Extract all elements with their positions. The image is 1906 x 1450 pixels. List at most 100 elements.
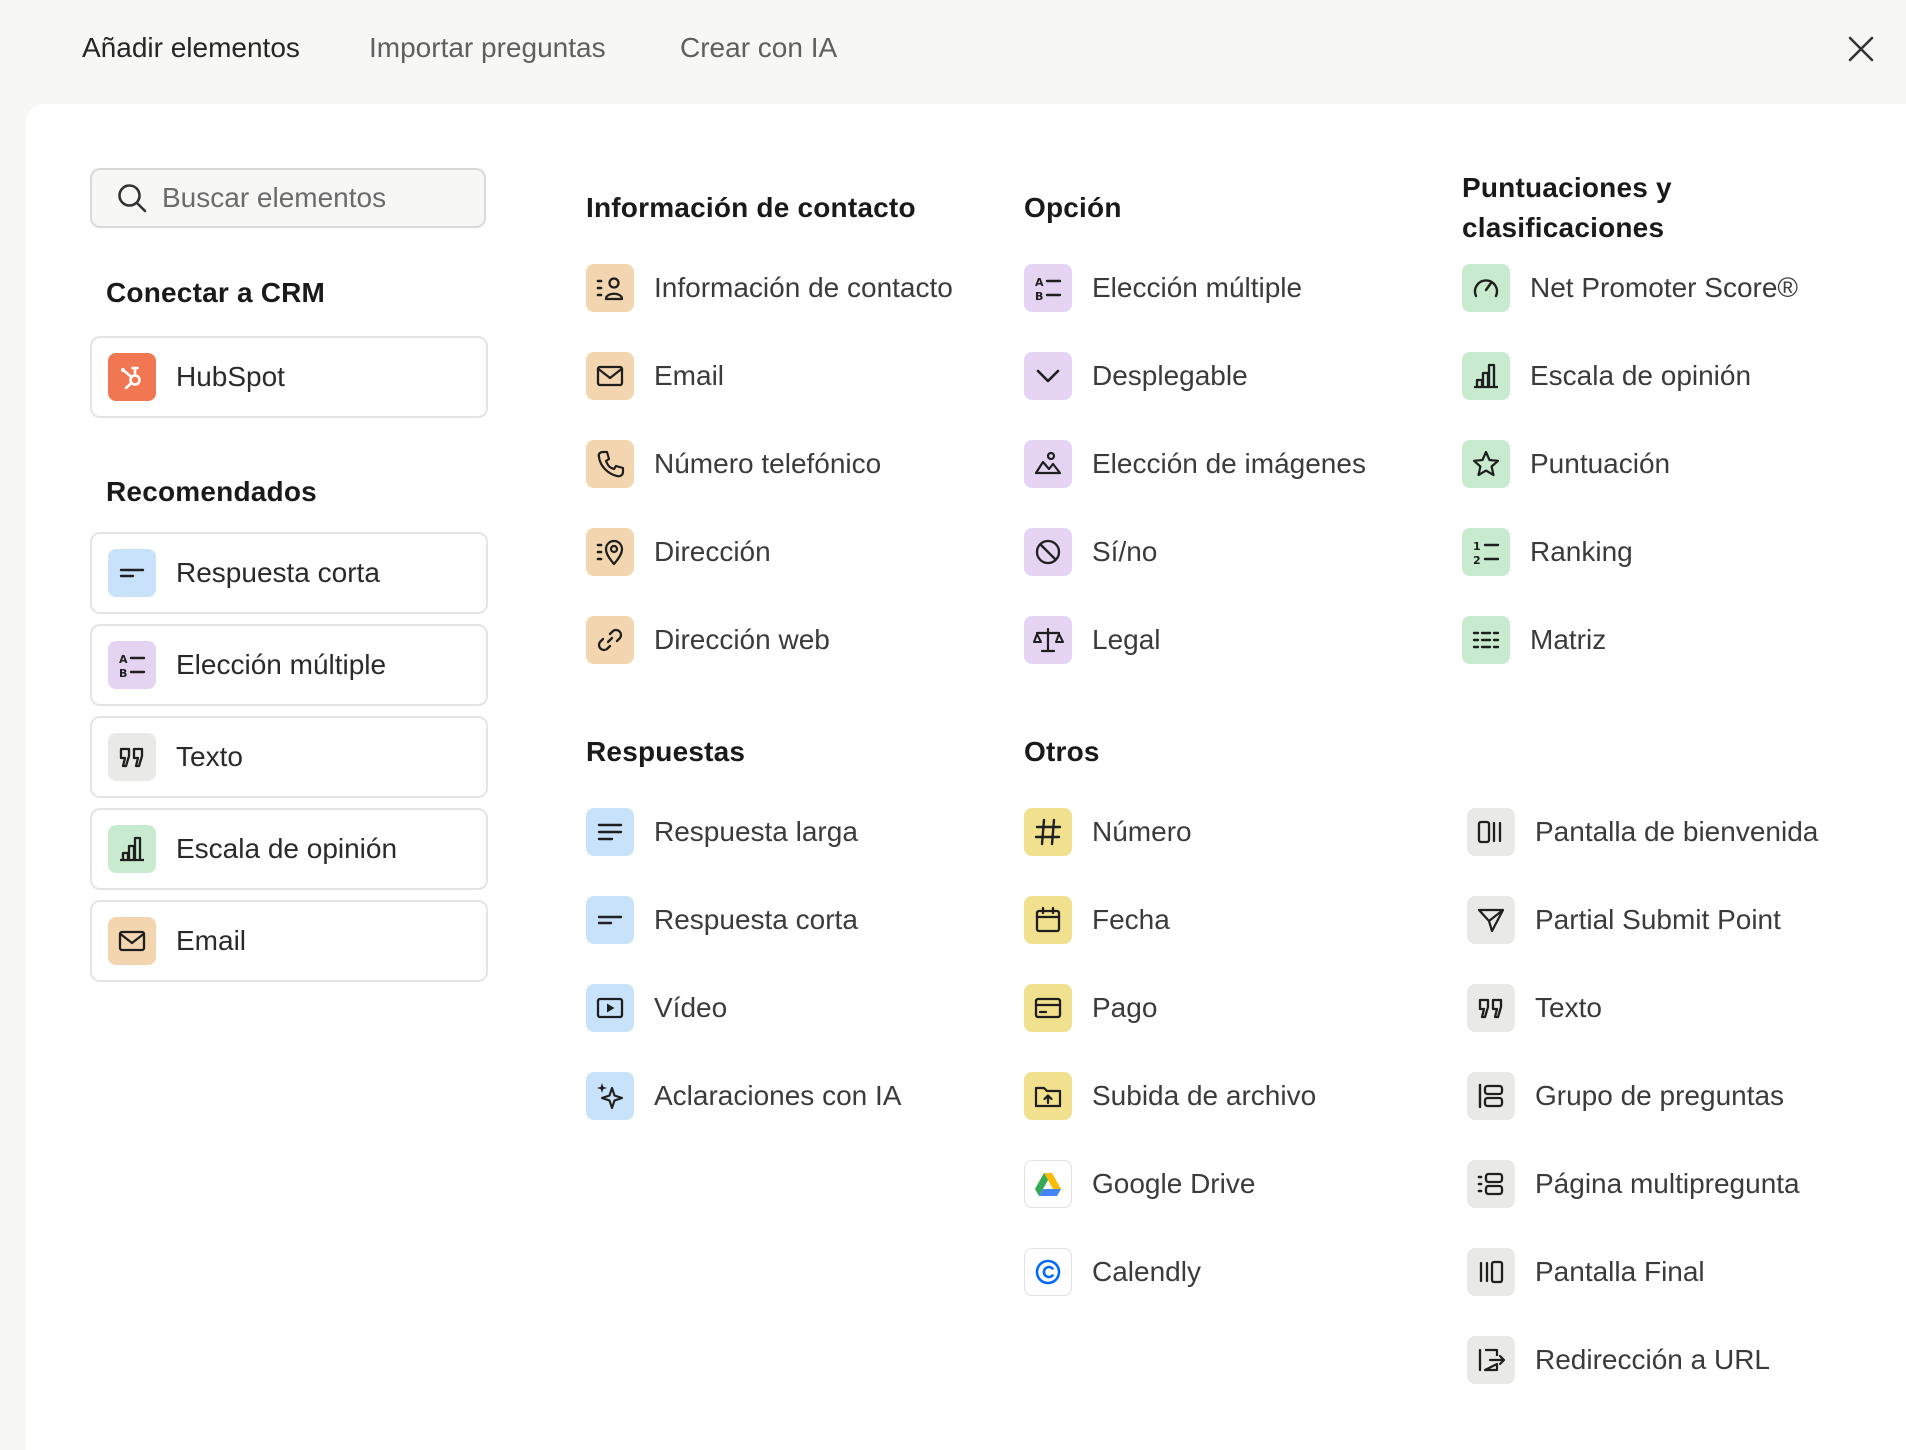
element-label: Dirección web	[654, 624, 830, 655]
send-icon	[1467, 896, 1515, 944]
element-matrix[interactable]: Matriz	[1462, 614, 1606, 666]
element-label: Fecha	[1092, 904, 1170, 935]
hubspot-card[interactable]: HubSpot	[90, 336, 488, 418]
element-address[interactable]: Dirección	[586, 526, 771, 578]
element-label: Texto	[1535, 992, 1602, 1023]
recommended-item-short-text[interactable]: Respuesta corta	[90, 532, 488, 614]
tab-add-elements[interactable]: Añadir elementos	[82, 28, 300, 68]
tab-create-with-ai[interactable]: Crear con IA	[680, 28, 837, 68]
element-end-screen[interactable]: Pantalla Final	[1467, 1246, 1705, 1298]
others-heading: Otros	[1024, 736, 1100, 767]
calendly-icon	[1024, 1248, 1072, 1296]
element-website[interactable]: Dirección web	[586, 614, 830, 666]
top-bar: Añadir elementos Importar preguntas Crea…	[0, 0, 1906, 104]
hubspot-icon	[108, 353, 156, 401]
element-phone[interactable]: Número telefónico	[586, 438, 881, 490]
multi-question-icon	[1467, 1160, 1515, 1208]
card-label: HubSpot	[176, 361, 285, 392]
element-welcome-screen[interactable]: Pantalla de bienvenida	[1467, 806, 1818, 858]
element-google-drive[interactable]: Google Drive	[1024, 1158, 1255, 1210]
element-number[interactable]: Número	[1024, 806, 1192, 858]
element-video[interactable]: Vídeo	[586, 982, 727, 1034]
element-label: Desplegable	[1092, 360, 1248, 391]
recommended-item-text[interactable]: Texto	[90, 716, 488, 798]
short-text-icon	[586, 896, 634, 944]
element-label: Escala de opinión	[1530, 360, 1752, 391]
search-box[interactable]	[90, 168, 486, 228]
element-label: Calendly	[1092, 1256, 1201, 1287]
element-file-upload[interactable]: Subida de archivo	[1024, 1070, 1316, 1122]
tab-import-questions[interactable]: Importar preguntas	[369, 28, 606, 68]
element-label: Respuesta larga	[654, 816, 858, 847]
search-icon	[118, 184, 147, 213]
svg-text:B: B	[119, 667, 127, 680]
question-group-icon	[1467, 1072, 1515, 1120]
close-button[interactable]	[1842, 30, 1880, 68]
element-label: Redirección a URL	[1535, 1344, 1770, 1375]
element-label: Dirección	[654, 536, 771, 567]
element-legal[interactable]: Legal	[1024, 614, 1161, 666]
ratings-heading-line1: Puntuaciones y	[1462, 172, 1672, 203]
matrix-icon	[1462, 616, 1510, 664]
star-icon	[1462, 440, 1510, 488]
element-yes-no[interactable]: Sí/no	[1024, 526, 1157, 578]
ranked-list-icon: 12	[1462, 528, 1510, 576]
image-icon	[1024, 440, 1072, 488]
element-ranking[interactable]: 12 Ranking	[1462, 526, 1633, 578]
quote-icon	[1467, 984, 1515, 1032]
link-icon	[586, 616, 634, 664]
video-icon	[586, 984, 634, 1032]
element-label: Aclaraciones con IA	[654, 1080, 902, 1111]
element-contact-info[interactable]: Información de contacto	[586, 262, 953, 314]
choice-heading: Opción	[1024, 192, 1122, 223]
multiple-choice-icon: AB	[1024, 264, 1072, 312]
multiple-choice-icon: AB	[108, 641, 156, 689]
element-label: Puntuación	[1530, 448, 1671, 479]
calendar-icon	[1024, 896, 1072, 944]
recommended-item-email[interactable]: Email	[90, 900, 488, 982]
card-label: Elección múltiple	[176, 649, 387, 680]
recommended-item-opinion-scale[interactable]: Escala de opinión	[90, 808, 488, 890]
element-partial-submit-point[interactable]: Partial Submit Point	[1467, 894, 1781, 946]
element-nps[interactable]: Net Promoter Score®	[1462, 262, 1798, 314]
element-picture-choice[interactable]: Elección de imágenes	[1024, 438, 1366, 490]
element-label: Net Promoter Score®	[1530, 272, 1799, 303]
contact-heading: Información de contacto	[586, 192, 916, 223]
element-label: Información de contacto	[654, 272, 953, 303]
bar-chart-icon	[1462, 352, 1510, 400]
svg-text:A: A	[119, 653, 128, 666]
bar-chart-icon	[108, 825, 156, 873]
element-statement[interactable]: Texto	[1467, 982, 1602, 1034]
element-label: Elección de imágenes	[1092, 448, 1366, 479]
element-label: Respuesta corta	[654, 904, 858, 935]
element-multiple-choice[interactable]: AB Elección múltiple	[1024, 262, 1302, 314]
element-calendly[interactable]: Calendly	[1024, 1246, 1201, 1298]
element-payment[interactable]: Pago	[1024, 982, 1157, 1034]
element-date[interactable]: Fecha	[1024, 894, 1170, 946]
svg-text:2: 2	[1473, 554, 1481, 567]
element-multi-question-page[interactable]: Página multipregunta	[1467, 1158, 1800, 1210]
element-redirect-url[interactable]: Redirección a URL	[1467, 1334, 1770, 1386]
card-label: Escala de opinión	[176, 833, 398, 864]
element-email[interactable]: Email	[586, 350, 724, 402]
element-dropdown[interactable]: Desplegable	[1024, 350, 1248, 402]
element-opinion-scale[interactable]: Escala de opinión	[1462, 350, 1751, 402]
gauge-icon	[1462, 264, 1510, 312]
card-label: Texto	[176, 741, 243, 772]
search-input[interactable]	[162, 182, 462, 214]
element-ai-clarifications[interactable]: Aclaraciones con IA	[586, 1070, 901, 1122]
element-long-text[interactable]: Respuesta larga	[586, 806, 858, 858]
element-question-group[interactable]: Grupo de preguntas	[1467, 1070, 1784, 1122]
element-label: Pago	[1092, 992, 1158, 1023]
element-rating[interactable]: Puntuación	[1462, 438, 1670, 490]
short-text-icon	[108, 549, 156, 597]
recommended-heading: Recomendados	[106, 476, 317, 507]
svg-text:1: 1	[1473, 540, 1481, 553]
element-label: Grupo de preguntas	[1535, 1080, 1785, 1111]
recommended-item-multiple-choice[interactable]: AB Elección múltiple	[90, 624, 488, 706]
close-icon	[1848, 36, 1874, 62]
element-label: Partial Submit Point	[1535, 904, 1781, 935]
long-text-icon	[586, 808, 634, 856]
element-label: Matriz	[1530, 624, 1607, 655]
element-short-text[interactable]: Respuesta corta	[586, 894, 858, 946]
